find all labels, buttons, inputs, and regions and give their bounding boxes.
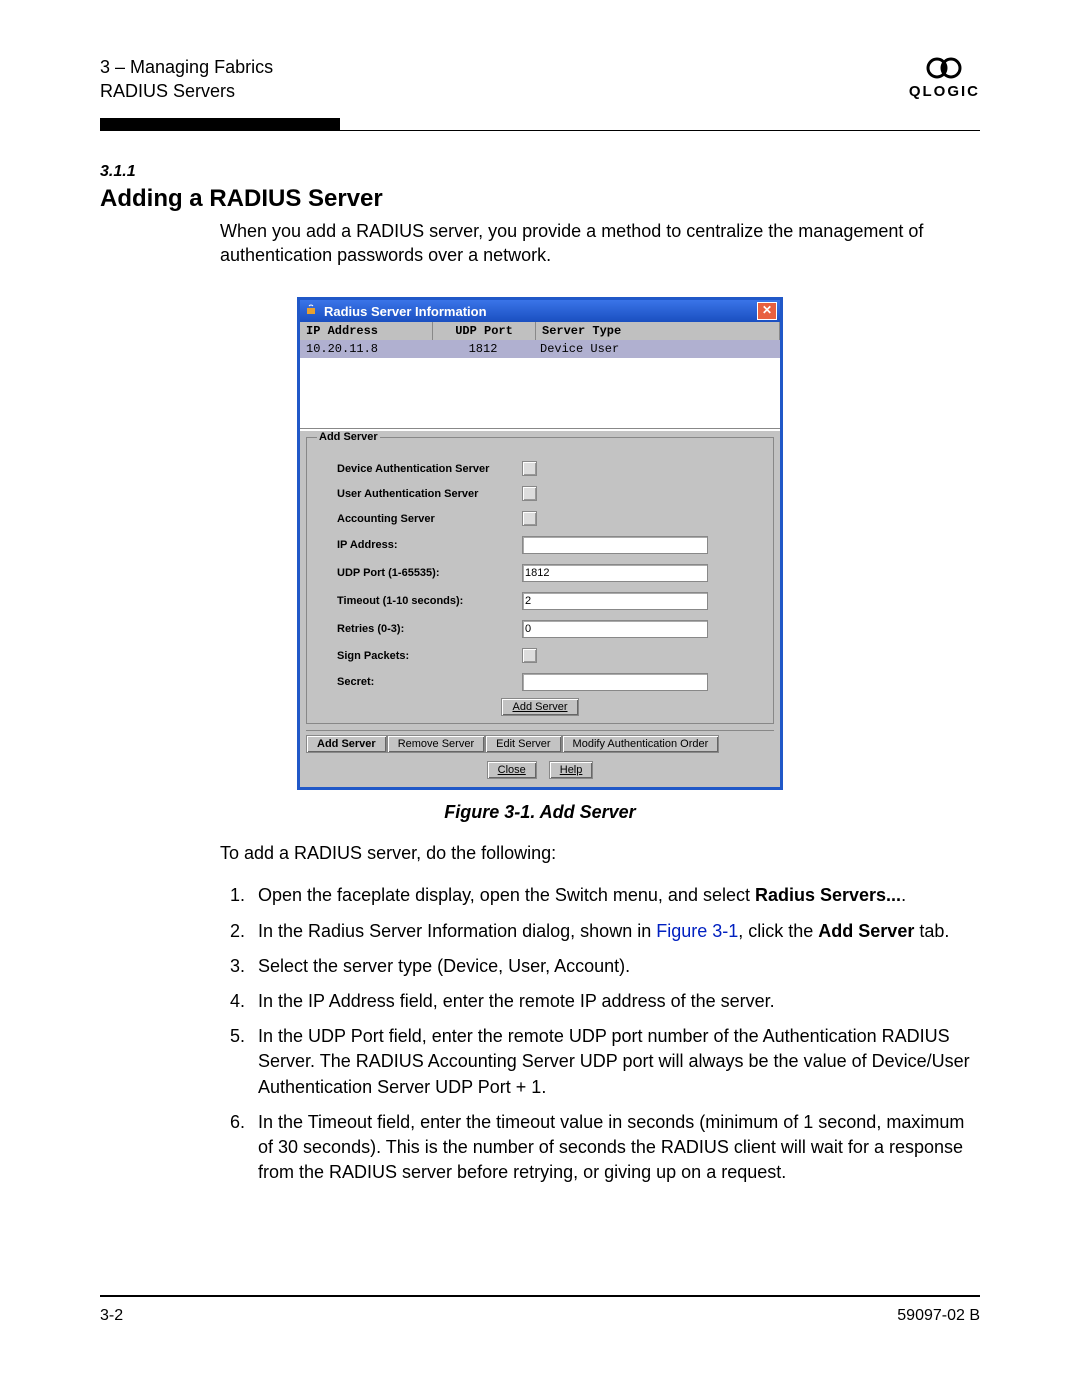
input-ip[interactable] [522,536,708,554]
brand-logo: QLOGIC [909,55,980,100]
section-heading: Adding a RADIUS Server [100,185,980,213]
add-server-fieldset: Add Server Device Authentication Server … [306,431,774,724]
help-button[interactable]: Help [549,761,594,779]
label-timeout: Timeout (1-10 seconds): [317,595,522,607]
section-intro: When you add a RADIUS server, you provid… [220,219,980,268]
step-3: Select the server type (Device, User, Ac… [250,954,980,979]
doc-number: 59097-02 B [897,1307,980,1325]
row-ip: 10.20.11.8 [300,340,432,358]
label-device-auth: Device Authentication Server [317,463,522,475]
section-number: 3.1.1 [100,163,980,181]
close-button[interactable]: Close [487,761,537,779]
checkbox-device-auth[interactable] [522,461,537,476]
step-2: In the Radius Server Information dialog,… [250,919,980,944]
label-accounting: Accounting Server [317,513,522,525]
label-ip: IP Address: [317,539,522,551]
subject-line: RADIUS Servers [100,79,273,103]
radius-dialog: Radius Server Information ✕ IP Address U… [297,297,783,790]
dialog-title: Radius Server Information [324,304,487,319]
tab-edit-server[interactable]: Edit Server [485,735,561,753]
tab-add-server[interactable]: Add Server [306,735,387,753]
qlogic-icon [921,55,967,81]
row-port: 1812 [432,340,534,358]
checkbox-user-auth[interactable] [522,486,537,501]
dialog-tabbar: Add Server Remove Server Edit Server Mod… [306,730,774,753]
step-6: In the Timeout field, enter the timeout … [250,1110,980,1186]
procedure-intro: To add a RADIUS server, do the following… [220,841,980,865]
input-udp[interactable] [522,564,708,582]
fieldset-legend: Add Server [317,431,380,443]
add-server-button[interactable]: Add Server [501,698,578,716]
col-port: UDP Port [433,322,536,340]
server-table-row[interactable]: 10.20.11.8 1812 Device User [300,340,780,358]
server-table-header: IP Address UDP Port Server Type [300,322,780,340]
col-ip: IP Address [300,322,433,340]
java-cup-icon [305,304,319,318]
step-1: Open the faceplate display, open the Swi… [250,883,980,908]
tab-modify-auth-order[interactable]: Modify Authentication Order [562,735,720,753]
label-udp: UDP Port (1-65535): [317,567,522,579]
procedure-steps: Open the faceplate display, open the Swi… [220,883,980,1185]
label-sign: Sign Packets: [317,650,522,662]
label-secret: Secret: [317,676,522,688]
close-icon[interactable]: ✕ [757,302,777,320]
input-retries[interactable] [522,620,708,638]
header-black-bar [100,118,340,130]
page-number: 3-2 [100,1307,123,1325]
checkbox-sign[interactable] [522,648,537,663]
input-timeout[interactable] [522,592,708,610]
tab-remove-server[interactable]: Remove Server [387,735,485,753]
input-secret[interactable] [522,673,708,691]
figure-link[interactable]: Figure 3-1 [656,921,738,941]
row-type: Device User [534,340,780,358]
brand-name: QLOGIC [909,83,980,100]
header-text: 3 – Managing Fabrics RADIUS Servers [100,55,273,104]
header-rule [100,130,980,131]
page-footer: 3-2 59097-02 B [100,1297,980,1325]
chapter-line: 3 – Managing Fabrics [100,55,273,79]
server-table-empty [300,358,780,429]
label-retries: Retries (0-3): [317,623,522,635]
label-user-auth: User Authentication Server [317,488,522,500]
step-5: In the UDP Port field, enter the remote … [250,1024,980,1100]
dialog-titlebar: Radius Server Information ✕ [300,300,780,322]
step-4: In the IP Address field, enter the remot… [250,989,980,1014]
figure-caption: Figure 3-1. Add Server [100,802,980,823]
col-type: Server Type [536,322,780,340]
checkbox-accounting[interactable] [522,511,537,526]
